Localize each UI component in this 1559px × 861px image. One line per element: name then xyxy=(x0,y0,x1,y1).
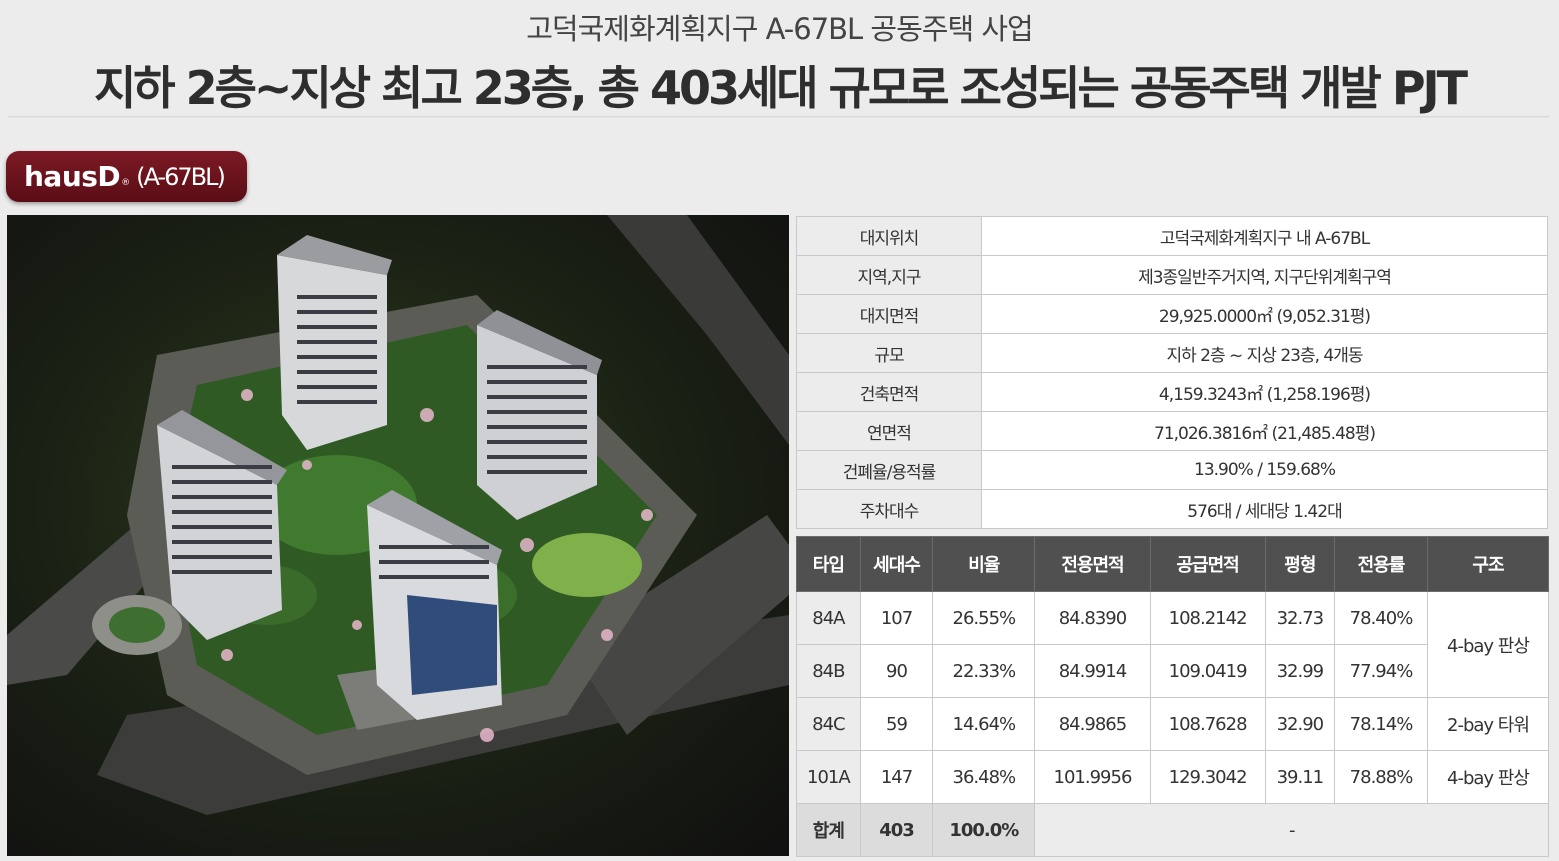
exclusive-area-cell: 84.9914 xyxy=(1034,644,1151,698)
info-value: 71,026.3816㎡ (21,485.48평) xyxy=(981,411,1548,451)
table-header-row: 타입 세대수 비율 전용면적 공급면적 평형 전용률 구조 xyxy=(796,536,1550,592)
pyeong-cell: 32.99 xyxy=(1264,644,1336,698)
units-cell: 147 xyxy=(859,750,934,804)
total-rest: - xyxy=(1034,803,1549,857)
column-header: 비율 xyxy=(932,536,1036,592)
exclusive-rate-cell: 78.14% xyxy=(1334,697,1428,751)
type-cell: 84C xyxy=(796,697,861,751)
info-label: 건축면적 xyxy=(796,372,982,412)
table-row: 대지면적 29,925.0000㎡ (9,052.31평) xyxy=(796,294,1548,334)
exclusive-rate-cell: 78.88% xyxy=(1334,750,1428,804)
project-badge: hausD ® (A-67BL) xyxy=(6,151,247,202)
column-header: 타입 xyxy=(796,536,861,592)
units-cell: 90 xyxy=(859,644,934,698)
type-cell: 84A xyxy=(796,591,861,645)
info-value: 지하 2층 ~ 지상 23층, 4개동 xyxy=(981,333,1548,373)
page: 고덕국제화계획지구 A-67BL 공동주택 사업 지하 2층~지상 최고 23층… xyxy=(0,0,1559,861)
info-label: 연면적 xyxy=(796,411,982,451)
aerial-rendering-image xyxy=(7,215,789,856)
info-value: 4,159.3243㎡ (1,258.196평) xyxy=(981,372,1548,412)
info-value: 13.90% / 159.68% xyxy=(981,450,1548,490)
type-cell: 101A xyxy=(796,750,861,804)
exclusive-area-cell: 84.9865 xyxy=(1034,697,1151,751)
aerial-rendering-illustration xyxy=(7,215,789,815)
exclusive-area-cell: 101.9956 xyxy=(1034,750,1151,804)
table-row: 연면적 71,026.3816㎡ (21,485.48평) xyxy=(796,411,1548,451)
info-label: 주차대수 xyxy=(796,489,982,529)
pyeong-cell: 32.73 xyxy=(1264,591,1336,645)
column-header: 공급면적 xyxy=(1149,536,1266,592)
site-info-table: 대지위치 고덕국제화계획지구 내 A-67BL 지역,지구 제3종일반주거지역,… xyxy=(796,216,1548,529)
table-row: 건폐율/용적률 13.90% / 159.68% xyxy=(796,450,1548,490)
structure-cell: 4-bay 판상 xyxy=(1426,591,1550,698)
total-label: 합계 xyxy=(796,803,861,857)
column-header: 구조 xyxy=(1426,536,1550,592)
info-value: 29,925.0000㎡ (9,052.31평) xyxy=(981,294,1548,334)
page-title: 지하 2층~지상 최고 23층, 총 403세대 규모로 조성되는 공동주택 개… xyxy=(93,61,1468,115)
table-row: 84C 59 14.64% 84.9865 108.7628 32.90 78.… xyxy=(796,697,1550,751)
table-row: 규모 지하 2층 ~ 지상 23층, 4개동 xyxy=(796,333,1548,373)
page-subtitle: 고덕국제화계획지구 A-67BL 공동주택 사업 xyxy=(526,12,1033,46)
type-cell: 84B xyxy=(796,644,861,698)
table-row: 84A 107 26.55% 84.8390 108.2142 32.73 78… xyxy=(796,591,1550,698)
ratio-cell: 36.48% xyxy=(932,750,1036,804)
unit-mix-table: 타입 세대수 비율 전용면적 공급면적 평형 전용률 구조 84A 107 26… xyxy=(796,536,1550,857)
info-value: 고덕국제화계획지구 내 A-67BL xyxy=(981,216,1548,256)
pyeong-cell: 32.90 xyxy=(1264,697,1336,751)
total-units: 403 xyxy=(859,803,934,857)
info-label: 대지위치 xyxy=(796,216,982,256)
total-ratio: 100.0% xyxy=(932,803,1036,857)
exclusive-rate-cell: 77.94% xyxy=(1334,644,1428,698)
structure-cell: 2-bay 타워 xyxy=(1426,697,1550,751)
ratio-cell: 22.33% xyxy=(932,644,1036,698)
title-divider xyxy=(8,116,1549,119)
block-code: (A-67BL) xyxy=(136,162,226,191)
column-header: 평형 xyxy=(1264,536,1336,592)
ratio-cell: 26.55% xyxy=(932,591,1036,645)
exclusive-area-cell: 84.8390 xyxy=(1034,591,1151,645)
supply-area-cell: 129.3042 xyxy=(1149,750,1266,804)
table-row: 지역,지구 제3종일반주거지역, 지구단위계획구역 xyxy=(796,255,1548,295)
pyeong-cell: 39.11 xyxy=(1264,750,1336,804)
column-header: 세대수 xyxy=(859,536,934,592)
exclusive-rate-cell: 78.40% xyxy=(1334,591,1428,645)
info-label: 대지면적 xyxy=(796,294,982,334)
column-header: 전용률 xyxy=(1334,536,1428,592)
table-row: 주차대수 576대 / 세대당 1.42대 xyxy=(796,489,1548,529)
supply-area-cell: 108.7628 xyxy=(1149,697,1266,751)
table-row: 대지위치 고덕국제화계획지구 내 A-67BL xyxy=(796,216,1548,256)
registered-mark: ® xyxy=(121,177,131,188)
units-cell: 107 xyxy=(859,591,934,645)
total-row: 합계 403 100.0% - xyxy=(796,803,1549,857)
brand-logo: hausD xyxy=(24,160,121,193)
ratio-cell: 14.64% xyxy=(932,697,1036,751)
info-value: 576대 / 세대당 1.42대 xyxy=(981,489,1548,529)
info-label: 건폐율/용적률 xyxy=(796,450,982,490)
units-cell: 59 xyxy=(859,697,934,751)
column-header: 전용면적 xyxy=(1034,536,1151,592)
table-row: 건축면적 4,159.3243㎡ (1,258.196평) xyxy=(796,372,1548,412)
info-label: 지역,지구 xyxy=(796,255,982,295)
supply-area-cell: 109.0419 xyxy=(1149,644,1266,698)
table-row: 101A 147 36.48% 101.9956 129.3042 39.11 … xyxy=(796,750,1550,804)
structure-cell: 4-bay 판상 xyxy=(1426,750,1550,804)
info-label: 규모 xyxy=(796,333,982,373)
supply-area-cell: 108.2142 xyxy=(1149,591,1266,645)
info-value: 제3종일반주거지역, 지구단위계획구역 xyxy=(981,255,1548,295)
